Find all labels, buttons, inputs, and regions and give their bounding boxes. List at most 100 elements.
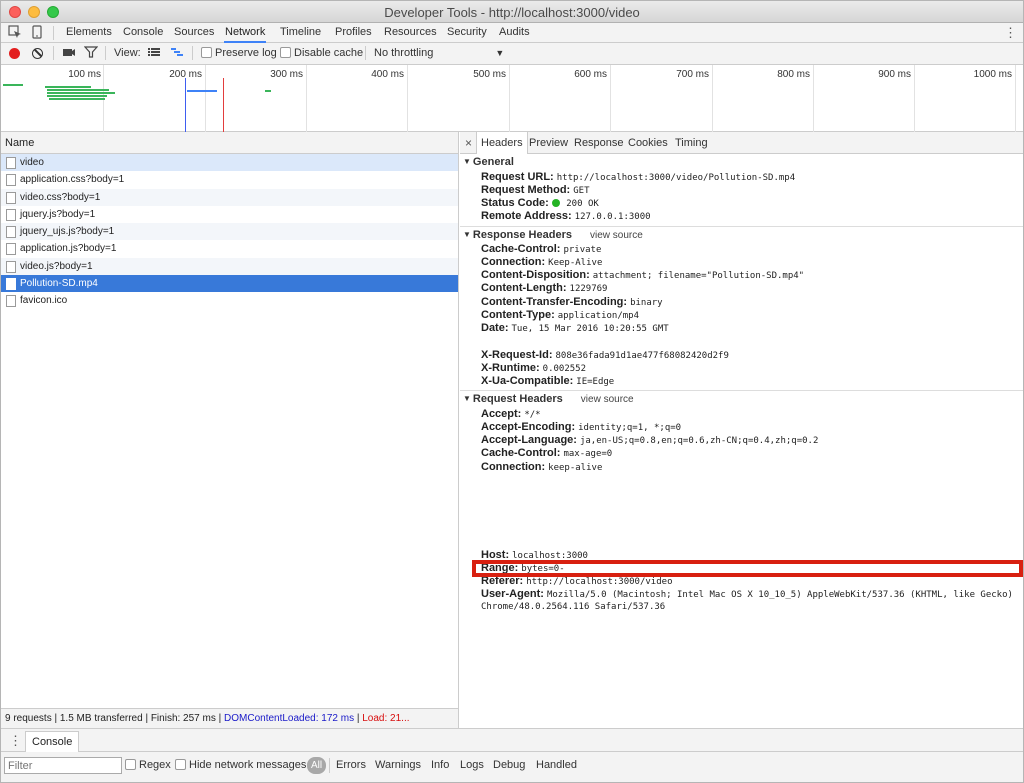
header-line: Request Method: GET xyxy=(481,184,590,196)
tab-timeline[interactable]: Timeline xyxy=(279,23,322,43)
inspect-element-icon[interactable] xyxy=(7,25,23,41)
overview-gridline xyxy=(509,65,510,132)
request-row[interactable]: video xyxy=(1,154,458,172)
device-mode-icon[interactable] xyxy=(29,25,45,41)
document-icon xyxy=(6,157,16,169)
level-debug-button[interactable]: Debug xyxy=(493,759,525,771)
more-options-icon[interactable]: ⋮ xyxy=(1004,25,1017,41)
tab-console[interactable]: Console xyxy=(122,23,164,43)
toolbar-separator xyxy=(192,46,193,60)
dom-content-loaded-marker xyxy=(185,78,186,132)
request-row-selected[interactable]: Pollution-SD.mp4 xyxy=(1,275,458,293)
stylesheet-icon xyxy=(6,191,16,204)
level-warnings-button[interactable]: Warnings xyxy=(375,759,421,771)
tab-elements[interactable]: Elements xyxy=(65,23,113,43)
detail-tab-response[interactable]: Response xyxy=(574,132,624,154)
close-detail-icon[interactable]: × xyxy=(465,136,472,150)
preserve-log-box[interactable] xyxy=(201,47,212,58)
general-section-toggle[interactable]: ▼ General xyxy=(463,156,514,168)
detail-tab-headers[interactable]: Headers xyxy=(476,132,528,154)
level-errors-button[interactable]: Errors xyxy=(336,759,366,771)
header-line: Remote Address: 127.0.0.1:3000 xyxy=(481,210,651,222)
title-bar: Developer Tools - http://localhost:3000/… xyxy=(1,1,1023,23)
clear-button[interactable] xyxy=(32,48,43,59)
view-label: View: xyxy=(114,47,141,59)
tab-separator xyxy=(53,26,54,40)
overview-gridline xyxy=(1015,65,1016,132)
waterfall-bar xyxy=(45,86,91,88)
status-ok-icon xyxy=(551,199,560,207)
tab-network[interactable]: Network xyxy=(224,23,267,43)
load-marker xyxy=(223,78,224,132)
regex-checkbox[interactable]: Regex xyxy=(125,759,171,771)
filter-separator xyxy=(329,758,330,773)
header-line: Accept-Language: ja,en-US;q=0.8,en;q=0.6,… xyxy=(481,434,819,446)
tick-label: 500 ms xyxy=(473,69,506,80)
record-button[interactable] xyxy=(9,48,20,59)
disable-cache-checkbox[interactable]: Disable cache xyxy=(280,47,363,59)
tab-resources[interactable]: Resources xyxy=(383,23,438,43)
dropdown-arrow-icon: ▼ xyxy=(495,48,505,58)
range-highlight-box xyxy=(472,560,1023,577)
header-line: Accept-Encoding: identity;q=1, *;q=0 xyxy=(481,421,682,433)
request-row[interactable]: video.css?body=1 xyxy=(1,188,458,206)
detail-tab-cookies[interactable]: Cookies xyxy=(628,132,668,154)
waterfall-bar xyxy=(47,89,109,91)
filter-icon[interactable] xyxy=(83,46,99,62)
main-tab-bar: Elements Console Sources Network Timelin… xyxy=(1,23,1023,43)
header-line: Date: Tue, 15 Mar 2016 10:20:55 GMT xyxy=(481,322,669,334)
view-source-link[interactable]: view source xyxy=(581,394,634,405)
tab-sources[interactable]: Sources xyxy=(173,23,215,43)
request-row[interactable]: application.js?body=1 xyxy=(1,240,458,257)
tick-label: 600 ms xyxy=(574,69,607,80)
toolbar-separator xyxy=(365,46,366,60)
drawer-menu-icon[interactable]: ⋮ xyxy=(9,733,22,749)
request-row[interactable]: jquery.js?body=1 xyxy=(1,206,458,223)
tick-label: 300 ms xyxy=(270,69,303,80)
tab-profiles[interactable]: Profiles xyxy=(334,23,373,43)
header-line-continuation: Chrome/48.0.2564.116 Safari/537.36 xyxy=(481,602,666,612)
tick-label: 800 ms xyxy=(777,69,810,80)
timeline-overview[interactable]: 100 ms 200 ms 300 ms 400 ms 500 ms 600 m… xyxy=(1,65,1023,132)
response-headers-toggle[interactable]: ▼ Response Headers view source xyxy=(463,229,643,241)
capture-screenshots-icon[interactable] xyxy=(61,46,77,62)
section-divider xyxy=(460,390,1023,391)
level-info-button[interactable]: Info xyxy=(431,759,449,771)
regex-box[interactable] xyxy=(125,759,136,770)
section-divider xyxy=(460,226,1023,227)
hide-network-box[interactable] xyxy=(175,759,186,770)
tab-security[interactable]: Security xyxy=(446,23,488,43)
script-icon xyxy=(6,208,16,221)
detail-tab-preview[interactable]: Preview xyxy=(529,132,568,154)
filter-input[interactable] xyxy=(4,757,122,774)
detail-tab-timing[interactable]: Timing xyxy=(675,132,708,154)
level-logs-button[interactable]: Logs xyxy=(460,759,484,771)
request-row[interactable]: application.css?body=1 xyxy=(1,171,458,188)
waterfall-bar xyxy=(49,98,105,100)
request-row[interactable]: video.js?body=1 xyxy=(1,257,458,276)
script-icon xyxy=(6,243,16,256)
throttling-select[interactable]: No throttling ▼ xyxy=(374,47,504,59)
tick-label: 900 ms xyxy=(878,69,911,80)
name-column-header[interactable]: Name xyxy=(1,132,458,154)
request-row[interactable]: jquery_ujs.js?body=1 xyxy=(1,223,458,241)
drawer-tab-bar: ⋮ Console xyxy=(1,728,1023,752)
level-handled-button[interactable]: Handled xyxy=(536,759,577,771)
drawer-tab-console[interactable]: Console xyxy=(25,731,80,752)
overview-waterfall-icon[interactable] xyxy=(169,46,185,62)
window-title: Developer Tools - http://localhost:3000/… xyxy=(384,5,640,20)
view-source-link[interactable]: view source xyxy=(590,230,643,241)
request-headers-toggle[interactable]: ▼ Request Headers view source xyxy=(463,393,634,405)
script-icon xyxy=(6,226,16,239)
level-all-button[interactable]: All xyxy=(307,757,327,774)
tab-audits[interactable]: Audits xyxy=(498,23,531,43)
disable-cache-box[interactable] xyxy=(280,47,291,58)
header-line: Connection: keep-alive xyxy=(481,461,603,473)
preserve-log-checkbox[interactable]: Preserve log xyxy=(201,47,277,59)
request-row[interactable]: favicon.ico xyxy=(1,292,458,309)
hide-network-checkbox[interactable]: Hide network messages xyxy=(175,759,306,771)
tick-label: 400 ms xyxy=(371,69,404,80)
overview-gridline xyxy=(306,65,307,132)
header-line: X-Ua-Compatible: IE=Edge xyxy=(481,375,615,387)
large-rows-icon[interactable] xyxy=(146,46,162,62)
